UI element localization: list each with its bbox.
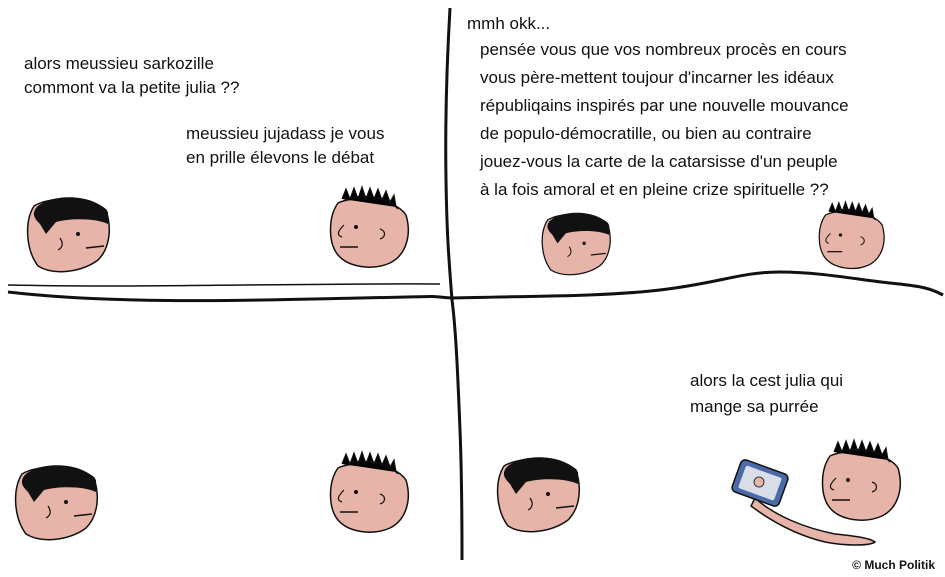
dialogue-line: alors meussieu sarkozille xyxy=(24,54,214,73)
dialogue-line: alors la cest julia qui xyxy=(690,371,844,390)
dialogue-line: mange sa purrée xyxy=(690,397,819,416)
character-right xyxy=(329,185,410,268)
panel-1: alors meussieu sarkozille commont va la … xyxy=(0,0,450,295)
dialogue-right: meussieu jujadass je vous en prille élev… xyxy=(186,122,384,170)
phone-icon xyxy=(731,459,789,507)
character-right xyxy=(821,438,902,521)
character-left xyxy=(26,197,111,273)
dialogue-line: à la fois amoral et en pleine crize spir… xyxy=(480,180,829,199)
dialogue-line: mmh okk... xyxy=(467,14,551,33)
character-right xyxy=(818,200,885,270)
comic-strip: alors meussieu sarkozille commont va la … xyxy=(0,0,945,577)
dialogue-line: vous père-mettent toujour d'incarner les… xyxy=(480,68,834,87)
character-left xyxy=(14,465,99,541)
dialogue-left: alors meussieu sarkozille commont va la … xyxy=(24,52,239,100)
dialogue-line: commont va la petite julia ?? xyxy=(24,78,240,97)
character-left xyxy=(541,212,611,276)
dialogue-line: meussieu jujadass je vous xyxy=(186,124,385,143)
dialogue-line: de populo-démocratille, ou bien au contr… xyxy=(480,124,812,143)
dialogue-right: pensée vous que vos nombreux procès en c… xyxy=(480,36,849,204)
dialogue-left: mmh okk... xyxy=(467,12,550,36)
character-right xyxy=(329,450,410,533)
dialogue-line: pensée vous que vos nombreux procès en c… xyxy=(480,40,847,59)
character-left xyxy=(496,457,581,533)
dialogue-line: jouez-vous la carte de la catarsisse d'u… xyxy=(480,152,838,171)
panel-4: alors la cest julia qui mange sa purrée xyxy=(455,298,945,577)
panel-3 xyxy=(0,298,455,577)
dialogue-right: alors la cest julia qui mange sa purrée xyxy=(690,368,843,420)
copyright-notice: © Much Politik xyxy=(852,558,935,572)
dialogue-line: en prille élevons le débat xyxy=(186,148,375,167)
panel-2: mmh okk... pensée vous que vos nombreux … xyxy=(450,0,945,295)
dialogue-line: républiqains inspirés par une nouvelle m… xyxy=(480,96,849,115)
